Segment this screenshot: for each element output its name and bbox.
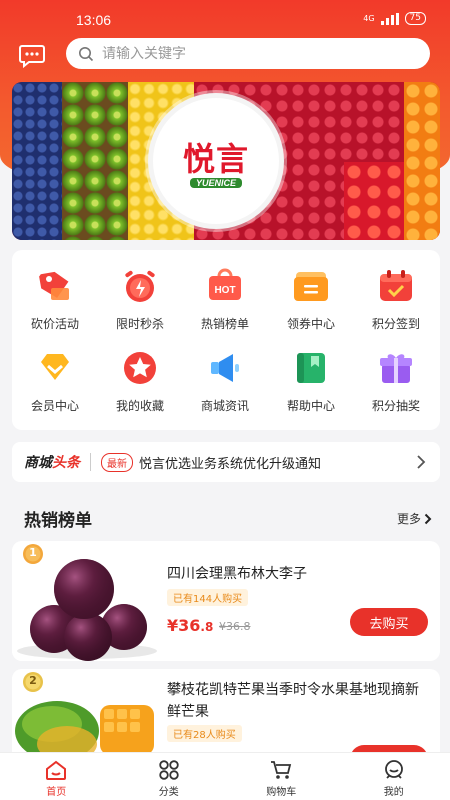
logo-subtext: YUENICE <box>189 178 242 188</box>
product-card[interactable]: 1 四川会理黑布林大李子 已有144人购买 ¥36.8 ¥36.8 去购买 <box>12 541 440 661</box>
menu-bargain[interactable]: 砍价活动 <box>12 254 98 332</box>
menu-help[interactable]: 帮助中心 <box>268 336 354 414</box>
rank-badge: 2 <box>22 669 44 695</box>
status-bar: 13:06 4G 75 <box>0 0 450 38</box>
tab-label: 我的 <box>383 787 404 798</box>
logo-text: 悦言 <box>182 140 249 178</box>
sold-count: 已有28人购买 <box>167 725 242 742</box>
menu-label: 积分签到 <box>371 317 420 331</box>
top-bar <box>0 38 450 88</box>
menu-news[interactable]: 商城资讯 <box>182 336 268 414</box>
svg-text:HOT: HOT <box>214 285 235 296</box>
menu-favorites[interactable]: 我的收藏 <box>97 336 183 414</box>
message-icon[interactable] <box>18 43 46 69</box>
home-icon <box>46 760 67 780</box>
banner-kiwi <box>62 82 128 240</box>
user-icon <box>384 760 403 779</box>
bottom-tab-bar: 首页 分类 购物车 我的 <box>0 752 450 800</box>
menu-label: 领券中心 <box>286 317 335 331</box>
news-tag: 最新 <box>101 452 133 472</box>
news-brand-a: 商城 <box>24 455 52 471</box>
tab-category[interactable]: 分类 <box>113 753 226 800</box>
hot-bag-icon: HOT <box>203 266 247 306</box>
quick-menu: 砍价活动 限时秒杀 HOT 热销榜单 领券中心 积分签到 会员中心 我的收藏 商… <box>12 250 440 430</box>
product-name: 四川会理黑布林大李子 <box>167 566 307 582</box>
original-price: ¥36.8 <box>219 620 251 633</box>
tab-label: 首页 <box>46 787 67 798</box>
section-title: 热销榜单 <box>24 511 92 531</box>
rank-number: 2 <box>29 674 37 687</box>
rank-number: 1 <box>29 546 37 559</box>
news-brand: 商城头条 <box>24 452 80 472</box>
more-link[interactable]: 更多 <box>397 510 432 527</box>
buy-button[interactable]: 去购买 <box>350 608 428 636</box>
divider <box>90 453 91 471</box>
signal-label: 4G <box>363 14 375 23</box>
menu-checkin[interactable]: 积分签到 <box>353 254 439 332</box>
member-diamond-icon <box>33 348 77 388</box>
book-icon <box>289 348 333 388</box>
banner-blueberries <box>12 82 62 240</box>
news-brand-b: 头条 <box>52 455 80 471</box>
menu-label: 砍价活动 <box>30 317 79 331</box>
grid-icon <box>159 760 179 780</box>
product-name: 攀枝花凯特芒果当季时令水果基地现摘新鲜芒果 <box>167 682 419 720</box>
coupon-icon <box>289 266 333 306</box>
menu-label: 限时秒杀 <box>115 317 164 331</box>
rank-badge: 1 <box>22 541 44 567</box>
megaphone-icon <box>203 348 247 388</box>
tab-profile[interactable]: 我的 <box>338 753 450 800</box>
search-icon <box>79 46 94 61</box>
product-price: ¥36.8 <box>167 616 213 635</box>
banner-oranges <box>404 82 440 240</box>
signal-icon <box>380 12 399 25</box>
price-dec: .8 <box>200 620 214 634</box>
menu-hot-list[interactable]: HOT 热销榜单 <box>182 254 268 332</box>
price-int: ¥36 <box>167 616 201 635</box>
alarm-clock-icon <box>118 266 162 306</box>
brand-logo: 悦言 YUENICE <box>148 93 284 229</box>
tab-cart[interactable]: 购物车 <box>225 753 338 800</box>
gift-icon <box>374 348 418 388</box>
search-input[interactable] <box>102 45 402 62</box>
banner-strawberries <box>344 162 404 240</box>
menu-member[interactable]: 会员中心 <box>12 336 98 414</box>
status-time: 13:06 <box>76 12 112 28</box>
star-icon <box>118 348 162 388</box>
tab-label: 购物车 <box>266 787 297 798</box>
status-icons: 4G 75 <box>363 12 426 25</box>
cart-icon <box>271 761 292 779</box>
chevron-right-icon <box>424 513 432 524</box>
menu-label: 热销榜单 <box>200 317 249 331</box>
battery-icon: 75 <box>404 12 426 25</box>
menu-lottery[interactable]: 积分抽奖 <box>353 336 439 414</box>
menu-label: 会员中心 <box>30 399 79 413</box>
promo-banner[interactable]: 悦言 YUENICE <box>12 82 440 240</box>
news-headline[interactable]: 悦言优选业务系统优化升级通知 <box>139 453 321 472</box>
more-label: 更多 <box>396 512 421 526</box>
calendar-check-icon <box>374 266 418 306</box>
tab-home[interactable]: 首页 <box>0 753 113 800</box>
sold-count: 已有144人购买 <box>167 589 249 606</box>
search-bar[interactable] <box>66 38 430 69</box>
menu-coupons[interactable]: 领券中心 <box>268 254 354 332</box>
chevron-right-icon[interactable] <box>416 454 426 470</box>
menu-label: 商城资讯 <box>200 399 249 413</box>
tab-label: 分类 <box>158 787 179 798</box>
menu-label: 积分抽奖 <box>371 399 420 413</box>
news-ticker[interactable]: 商城头条 最新 悦言优选业务系统优化升级通知 <box>12 442 440 482</box>
menu-flash-sale[interactable]: 限时秒杀 <box>97 254 183 332</box>
tag-icon <box>33 266 77 306</box>
menu-label: 帮助中心 <box>286 399 335 413</box>
menu-label: 我的收藏 <box>115 399 164 413</box>
